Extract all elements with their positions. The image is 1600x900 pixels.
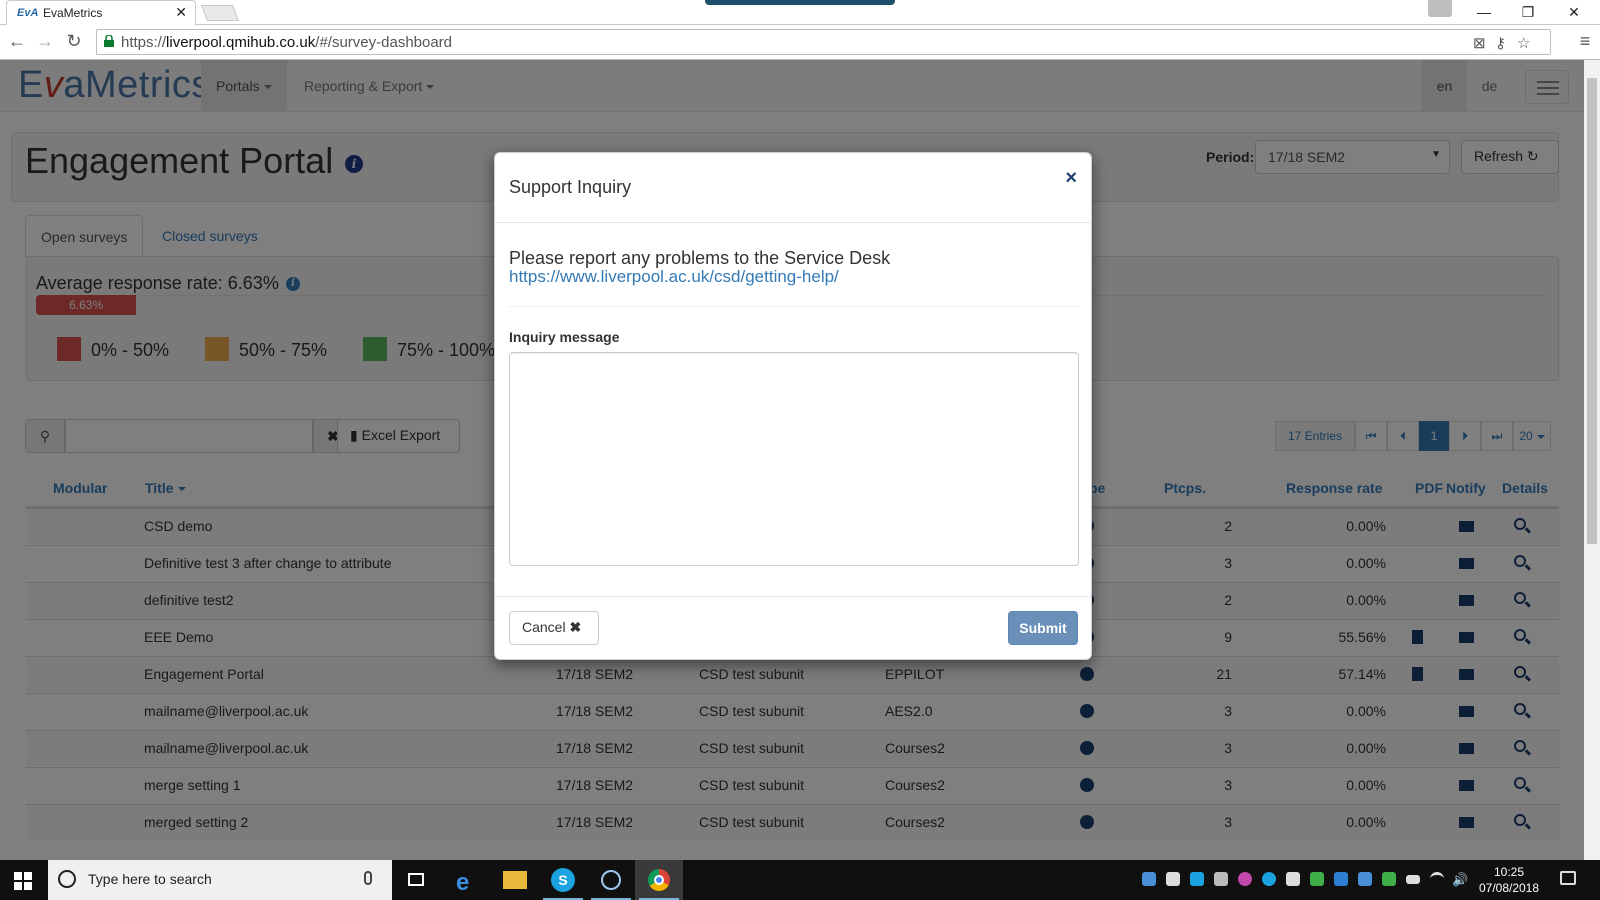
tray-app-icon[interactable] bbox=[1358, 872, 1372, 886]
reload-icon[interactable]: ↻ bbox=[63, 31, 85, 52]
modal-footer-divider bbox=[495, 596, 1091, 597]
browser-tab[interactable]: EvA EvaMetrics ✕ bbox=[6, 0, 196, 25]
inquiry-message-textarea[interactable] bbox=[509, 352, 1079, 566]
tray-app-icon[interactable] bbox=[1310, 872, 1324, 886]
defender-icon[interactable] bbox=[1334, 872, 1348, 886]
divider bbox=[509, 306, 1079, 307]
lock-icon bbox=[104, 35, 114, 47]
network-share-icon[interactable] bbox=[1214, 872, 1228, 886]
cortana-icon bbox=[58, 870, 76, 888]
skype-icon[interactable]: S bbox=[539, 860, 587, 900]
skype-tray-icon[interactable] bbox=[1190, 872, 1204, 886]
notifications-icon[interactable] bbox=[1560, 871, 1576, 885]
evametrics-favicon-icon: EvA bbox=[17, 7, 39, 19]
camera-icon[interactable] bbox=[1166, 872, 1180, 886]
new-tab-button[interactable] bbox=[201, 5, 239, 21]
profile-icon[interactable] bbox=[1428, 0, 1452, 17]
cancel-button[interactable]: Cancel ✖ bbox=[509, 611, 599, 645]
blocked-popup-icon[interactable]: ⊠ bbox=[1473, 34, 1486, 52]
modal-header: Support Inquiry × bbox=[495, 153, 1091, 223]
tray-app-icon[interactable] bbox=[1286, 872, 1300, 886]
modal-intro-text: Please report any problems to the Servic… bbox=[509, 248, 891, 268]
browser-toolbar: ← → ↻ https://liverpool.qmihub.co.uk/#/s… bbox=[0, 25, 1600, 60]
battery-icon[interactable] bbox=[1406, 875, 1420, 884]
skype-business-icon[interactable] bbox=[1262, 872, 1276, 886]
menu-icon[interactable]: ≡ bbox=[1574, 31, 1596, 52]
tray-app-icon[interactable] bbox=[1382, 872, 1396, 886]
browser-tabbar: EvA EvaMetrics ✕ — ❐ ✕ bbox=[0, 0, 1600, 25]
tab-title: EvaMetrics bbox=[43, 6, 103, 20]
address-bar[interactable]: https://liverpool.qmihub.co.uk/#/survey-… bbox=[96, 29, 1551, 55]
system-clock[interactable]: 10:25 07/08/2018 bbox=[1474, 864, 1544, 896]
service-desk-link[interactable]: https://www.liverpool.ac.uk/csd/getting-… bbox=[509, 267, 839, 287]
volume-icon[interactable]: 🔊 bbox=[1452, 872, 1468, 887]
bookmark-star-icon[interactable]: ☆ bbox=[1517, 34, 1530, 52]
onedrive-icon[interactable] bbox=[1142, 872, 1156, 886]
tab-close-icon[interactable]: ✕ bbox=[175, 4, 187, 21]
support-inquiry-modal: Support Inquiry × Please report any prob… bbox=[494, 152, 1092, 660]
submit-button[interactable]: Submit bbox=[1008, 611, 1078, 645]
restore-icon[interactable]: ❐ bbox=[1506, 0, 1550, 25]
microphone-icon[interactable] bbox=[364, 871, 372, 885]
page-scrollbar[interactable] bbox=[1584, 60, 1600, 860]
close-icon[interactable]: × bbox=[1065, 167, 1077, 190]
taskbar-search-placeholder: Type here to search bbox=[88, 871, 212, 887]
app-icon[interactable] bbox=[587, 860, 635, 900]
chrome-icon[interactable] bbox=[635, 860, 683, 900]
url-text: https://liverpool.qmihub.co.uk/#/survey-… bbox=[121, 34, 453, 51]
back-icon[interactable]: ← bbox=[6, 31, 28, 52]
close-window-icon[interactable]: ✕ bbox=[1552, 0, 1596, 25]
forward-icon[interactable]: → bbox=[34, 31, 56, 52]
windows-start-icon[interactable] bbox=[14, 872, 32, 890]
task-view-icon[interactable] bbox=[392, 860, 440, 900]
close-icon: ✖ bbox=[569, 619, 582, 635]
edge-icon[interactable]: e bbox=[443, 860, 491, 900]
minimize-icon[interactable]: — bbox=[1462, 0, 1506, 25]
file-explorer-icon[interactable] bbox=[491, 860, 539, 900]
modal-title: Support Inquiry bbox=[509, 177, 632, 197]
windows-taskbar: Type here to search e S 🔊 10:25 07/08/201… bbox=[0, 860, 1600, 900]
wifi-icon[interactable] bbox=[1430, 872, 1444, 886]
page: EvaMetrics Portals Reporting & Export en… bbox=[0, 60, 1600, 860]
notification-bar bbox=[705, 0, 895, 5]
key-icon[interactable]: ⚷ bbox=[1495, 34, 1506, 52]
tray-app-icon[interactable] bbox=[1238, 872, 1252, 886]
taskbar-search[interactable]: Type here to search bbox=[48, 860, 392, 900]
scrollbar-thumb[interactable] bbox=[1587, 78, 1597, 544]
inquiry-message-label: Inquiry message bbox=[509, 329, 620, 345]
